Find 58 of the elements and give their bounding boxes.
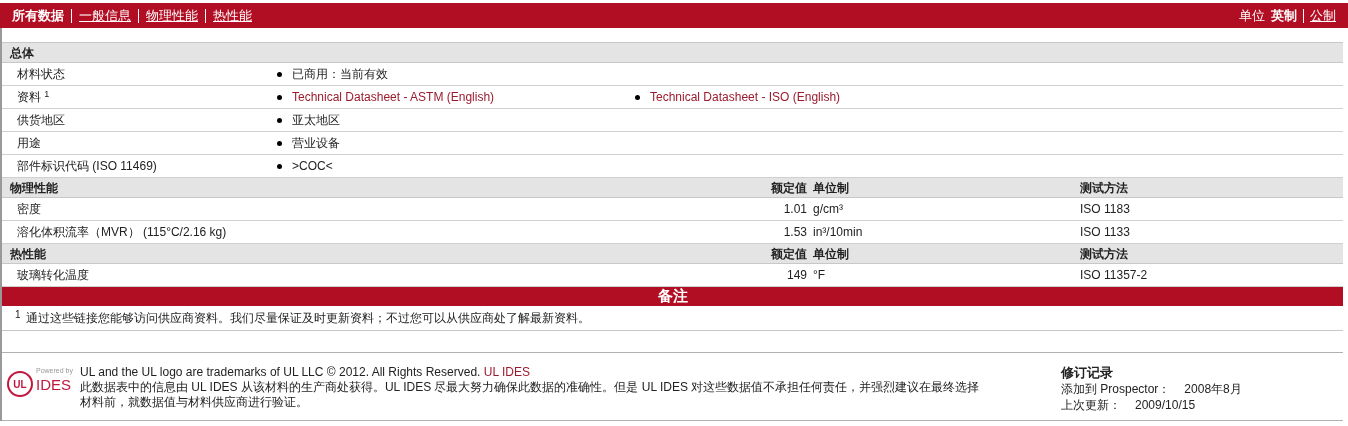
units-label: 单位 <box>1239 6 1265 25</box>
nav-tab[interactable]: 所有数据 <box>12 5 64 26</box>
property-value: 1.01 <box>782 201 807 218</box>
test-method: ISO 1183 <box>1079 201 1130 218</box>
unit-text: °F <box>812 267 827 284</box>
column-header: 测试方法 <box>1079 245 1128 263</box>
section-header: 总体 <box>2 43 1343 63</box>
ul-ides-link[interactable]: UL IDES <box>483 365 530 379</box>
bullet-icon <box>277 71 282 77</box>
unit-text: in³/10min <box>812 224 864 241</box>
logo-mark: UL <box>7 371 33 397</box>
logo-brand: IDES <box>36 377 72 392</box>
bullet-icon <box>277 140 282 146</box>
nav-tab[interactable]: 物理性能 <box>146 5 198 26</box>
nav-tab[interactable]: 一般信息 <box>79 5 131 26</box>
property-label: 玻璃转化温度 <box>16 267 90 284</box>
property-label: 密度 <box>16 201 42 218</box>
column-header: 测试方法 <box>1079 179 1128 197</box>
property-label: 部件标识代码 (ISO 11469) <box>16 158 158 175</box>
property-value: 149 <box>785 267 807 284</box>
property-label: 材料状态 <box>16 66 66 83</box>
datasheet-link[interactable]: Technical Datasheet - ISO (English) <box>650 88 841 106</box>
disclaimer-text: 此数据表中的信息由 UL IDES 从该材料的生产商处获得。UL IDES 尽最大努力确保此数据的准确性。但是 UL IDES 对这些数据值不承担任何责任，并强烈建议在最终选择材料前，就数据值与材料供应商进行验证。 <box>80 380 981 410</box>
property-label: 用途 <box>16 135 42 152</box>
column-header: 额定值 <box>770 245 807 263</box>
property-value: 1.53 <box>782 224 807 241</box>
property-value: 亚太地区 <box>292 112 340 129</box>
nav-tab[interactable]: 热性能 <box>213 5 252 26</box>
property-value: 已商用：当前有效 <box>292 66 388 83</box>
bullet-icon <box>635 94 640 100</box>
unit-option[interactable]: 公制 <box>1310 5 1336 26</box>
footnote-mark: 1 <box>15 309 21 321</box>
column-header: 额定值 <box>770 179 807 197</box>
property-label: 供货地区 <box>16 112 66 129</box>
trademark-text: UL and the UL logo are trademarks of UL LLC © 2012. All Rights Reserved. <box>80 365 481 379</box>
property-value: >COC< <box>292 158 333 175</box>
section-header: 热性能 <box>9 245 47 263</box>
bullet-icon <box>277 94 282 100</box>
updated-date: 2009/10/15 <box>1135 397 1196 413</box>
property-value: 营业设备 <box>292 135 340 152</box>
unit-text: g/cm³ <box>812 201 844 218</box>
test-method: ISO 11357-2 <box>1079 267 1148 284</box>
bullet-icon <box>277 163 282 169</box>
unit-option[interactable]: 英制 <box>1271 5 1297 26</box>
section-header: 物理性能 <box>9 179 59 197</box>
column-header: 单位制 <box>812 245 850 263</box>
added-label: 添加到 Prospector： <box>1061 381 1171 397</box>
footnote-text: 通过这些链接您能够访问供应商资料。我们尽量保证及时更新资料；不过您可以从供应商处了解最新资料。 <box>25 310 590 327</box>
property-label: 资料 $^{1}$ <box>16 88 51 106</box>
property-label: 溶化体积流率（MVR） (115°C/2.16 kg) <box>16 224 228 241</box>
added-date: 2008年8月 <box>1184 381 1242 397</box>
revision-title: 修订记录 <box>1061 365 1114 381</box>
notes-header: 备注 <box>2 287 1343 306</box>
updated-label: 上次更新： <box>1061 397 1121 413</box>
bullet-icon <box>277 117 282 123</box>
column-header: 单位制 <box>812 179 850 197</box>
test-method: ISO 1133 <box>1079 224 1130 241</box>
datasheet-link[interactable]: Technical Datasheet - ASTM (English) <box>292 88 495 106</box>
